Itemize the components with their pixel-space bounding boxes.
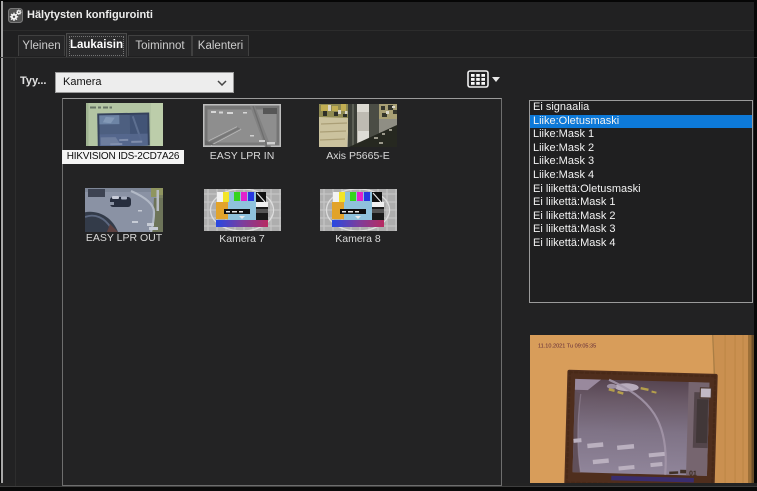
- svg-text:01: 01: [689, 470, 697, 477]
- svg-text:11.10.2021 Tu 09:05:35: 11.10.2021 Tu 09:05:35: [538, 343, 596, 349]
